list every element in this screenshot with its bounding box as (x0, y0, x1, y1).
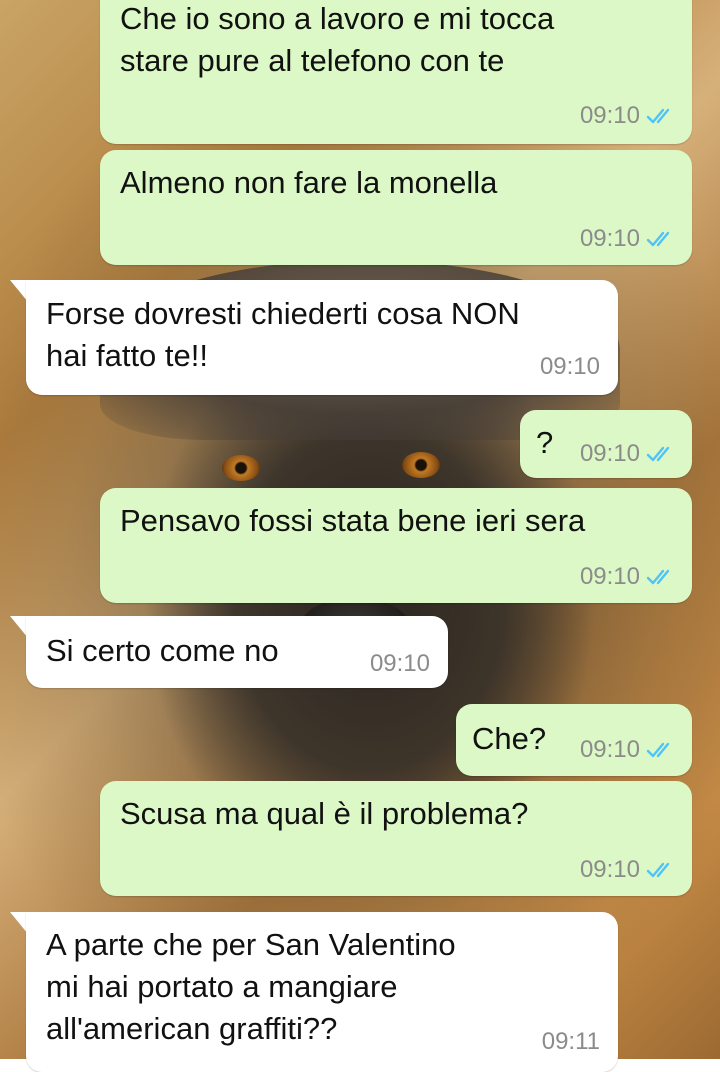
message-meta: 09:10 (580, 856, 676, 884)
double-check-icon (646, 742, 670, 758)
message-time: 09:10 (369, 650, 430, 677)
message-line: stare pure al telefono con te (120, 43, 505, 78)
message-text: Almeno non fare la monella (120, 162, 497, 204)
message-text: Pensavo fossi stata bene ieri sera (120, 500, 585, 542)
double-check-icon (646, 862, 670, 878)
message-meta: 09:10 (580, 440, 676, 468)
message-meta: 09:10 (580, 563, 676, 591)
message-meta: 09:10 (580, 736, 676, 764)
message-bubble-incoming[interactable]: A parte che per San Valentino mi hai por… (26, 912, 618, 1072)
message-bubble-outgoing[interactable]: Che io sono a lavoro e mi tocca stare pu… (100, 0, 692, 144)
message-text: Si certo come no (46, 630, 279, 672)
message-text: Che io sono a lavoro e mi tocca stare pu… (120, 0, 554, 82)
message-line: Che? (472, 721, 547, 756)
message-time: 09:11 (541, 1028, 600, 1055)
message-line: Si certo come no (46, 633, 279, 668)
message-time: 09:10 (539, 353, 600, 380)
message-meta: 09:10 (370, 650, 430, 678)
double-check-icon (646, 231, 670, 247)
message-bubble-outgoing[interactable]: ? 09:10 (520, 410, 692, 478)
message-time: 09:10 (579, 563, 640, 590)
message-line: Forse dovresti chiederti cosa NON (46, 296, 520, 331)
message-time: 09:10 (579, 736, 640, 763)
message-bubble-incoming[interactable]: Si certo come no 09:10 (26, 616, 448, 688)
message-bubble-outgoing[interactable]: Pensavo fossi stata bene ieri sera 09:10 (100, 488, 692, 603)
message-bubble-incoming[interactable]: Forse dovresti chiederti cosa NON hai fa… (26, 280, 618, 395)
message-time: 09:10 (579, 225, 640, 252)
message-line: ? (536, 425, 554, 460)
message-text: Che? (472, 718, 546, 760)
message-text: Forse dovresti chiederti cosa NON hai fa… (46, 293, 520, 377)
message-line: mi hai portato a mangiare (46, 969, 398, 1004)
message-line: Che io sono a lavoro e mi tocca (120, 1, 555, 36)
message-line: Scusa ma qual è il problema? (120, 796, 529, 831)
message-time: 09:10 (579, 856, 640, 883)
message-text: Scusa ma qual è il problema? (120, 793, 528, 835)
message-meta: 09:10 (540, 353, 600, 381)
message-line: Pensavo fossi stata bene ieri sera (120, 503, 586, 538)
message-bubble-outgoing[interactable]: Che? 09:10 (456, 704, 692, 776)
double-check-icon (646, 569, 670, 585)
message-bubble-outgoing[interactable]: Scusa ma qual è il problema? 09:10 (100, 781, 692, 896)
message-meta: 09:10 (580, 102, 676, 130)
message-line: all'american graffiti?? (46, 1011, 338, 1046)
message-bubble-outgoing[interactable]: Almeno non fare la monella 09:10 (100, 150, 692, 265)
message-time: 09:10 (579, 102, 640, 129)
double-check-icon (646, 446, 670, 462)
double-check-icon (646, 108, 670, 124)
message-text: ? (536, 422, 553, 464)
message-time: 09:10 (579, 440, 640, 467)
message-line: hai fatto te!! (46, 338, 208, 373)
message-meta: 09:10 (580, 225, 676, 253)
message-meta: 09:11 (542, 1028, 600, 1056)
message-list[interactable]: Che io sono a lavoro e mi tocca stare pu… (0, 0, 720, 1072)
message-line: Almeno non fare la monella (120, 165, 498, 200)
message-line: A parte che per San Valentino (46, 927, 456, 962)
message-text: A parte che per San Valentino mi hai por… (46, 924, 456, 1050)
